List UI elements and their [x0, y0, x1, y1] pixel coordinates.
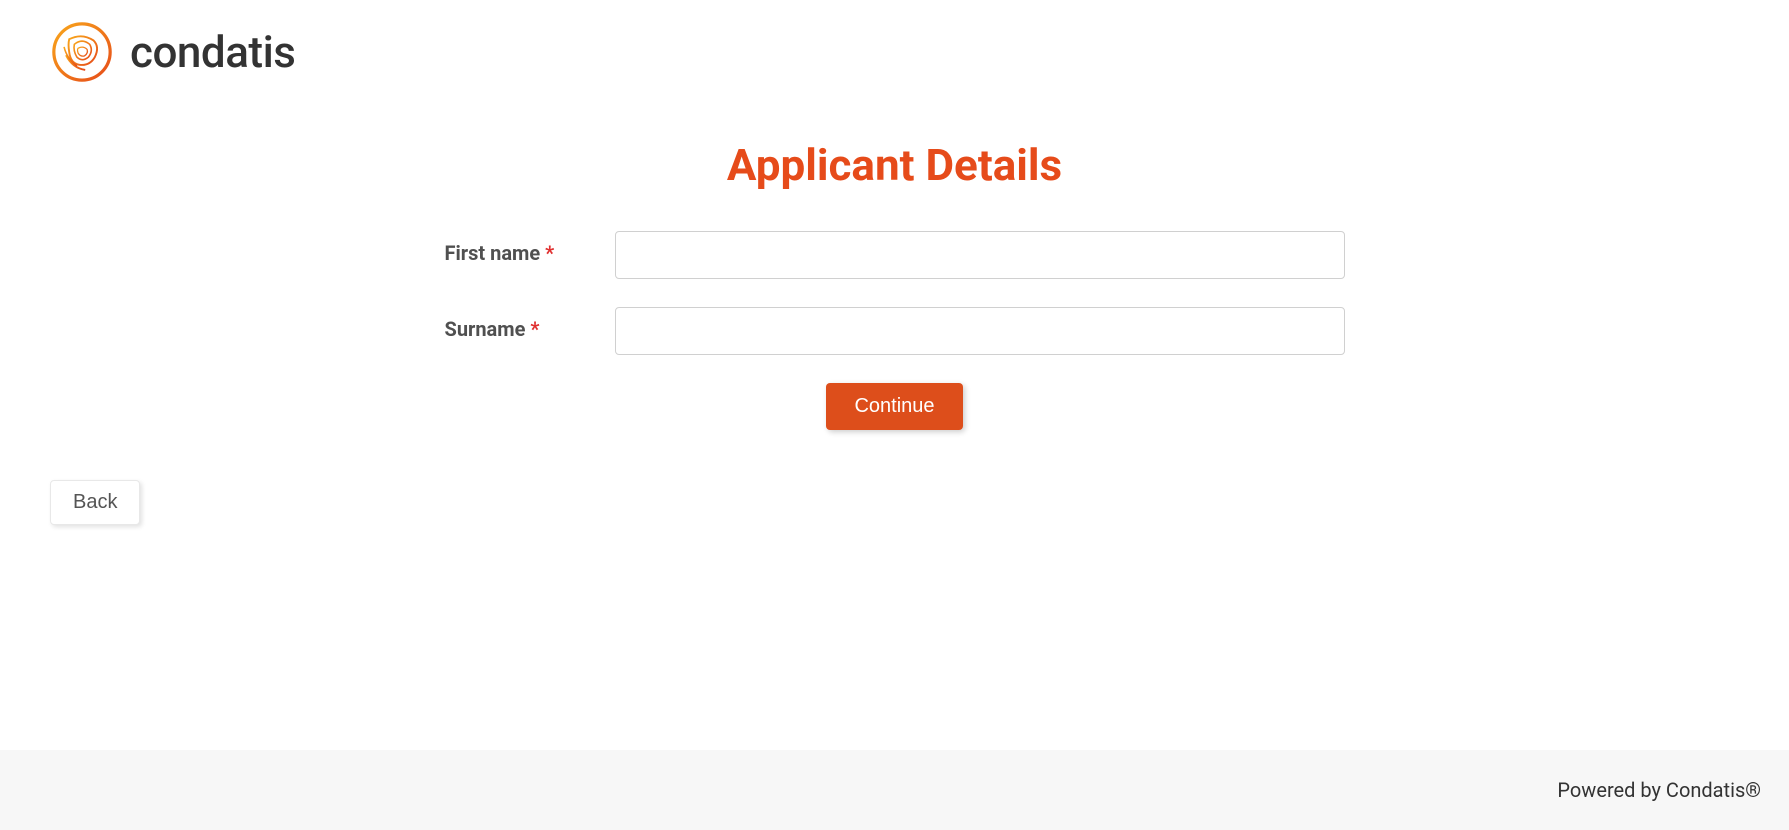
- first-name-field[interactable]: [615, 231, 1345, 279]
- condatis-logo-icon: [50, 20, 114, 84]
- footer-text: Powered by Condatis®: [1557, 778, 1761, 802]
- applicant-form: First name * Surname * Continue: [445, 231, 1345, 430]
- back-button[interactable]: Back: [50, 480, 140, 525]
- surname-field[interactable]: [615, 307, 1345, 355]
- page-title: Applicant Details: [0, 139, 1789, 191]
- back-container: Back: [50, 480, 140, 525]
- first-name-label: First name *: [445, 231, 615, 265]
- surname-row: Surname *: [445, 307, 1345, 355]
- required-indicator: *: [545, 241, 554, 265]
- first-name-row: First name *: [445, 231, 1345, 279]
- surname-label: Surname *: [445, 307, 615, 341]
- header: condatis: [0, 0, 1789, 104]
- continue-row: Continue: [445, 383, 1345, 430]
- brand-name: condatis: [130, 26, 295, 78]
- first-name-label-text: First name: [445, 241, 541, 265]
- surname-label-text: Surname: [445, 317, 526, 341]
- required-indicator: *: [530, 317, 539, 341]
- continue-button[interactable]: Continue: [826, 383, 962, 430]
- footer: Powered by Condatis®: [0, 750, 1789, 830]
